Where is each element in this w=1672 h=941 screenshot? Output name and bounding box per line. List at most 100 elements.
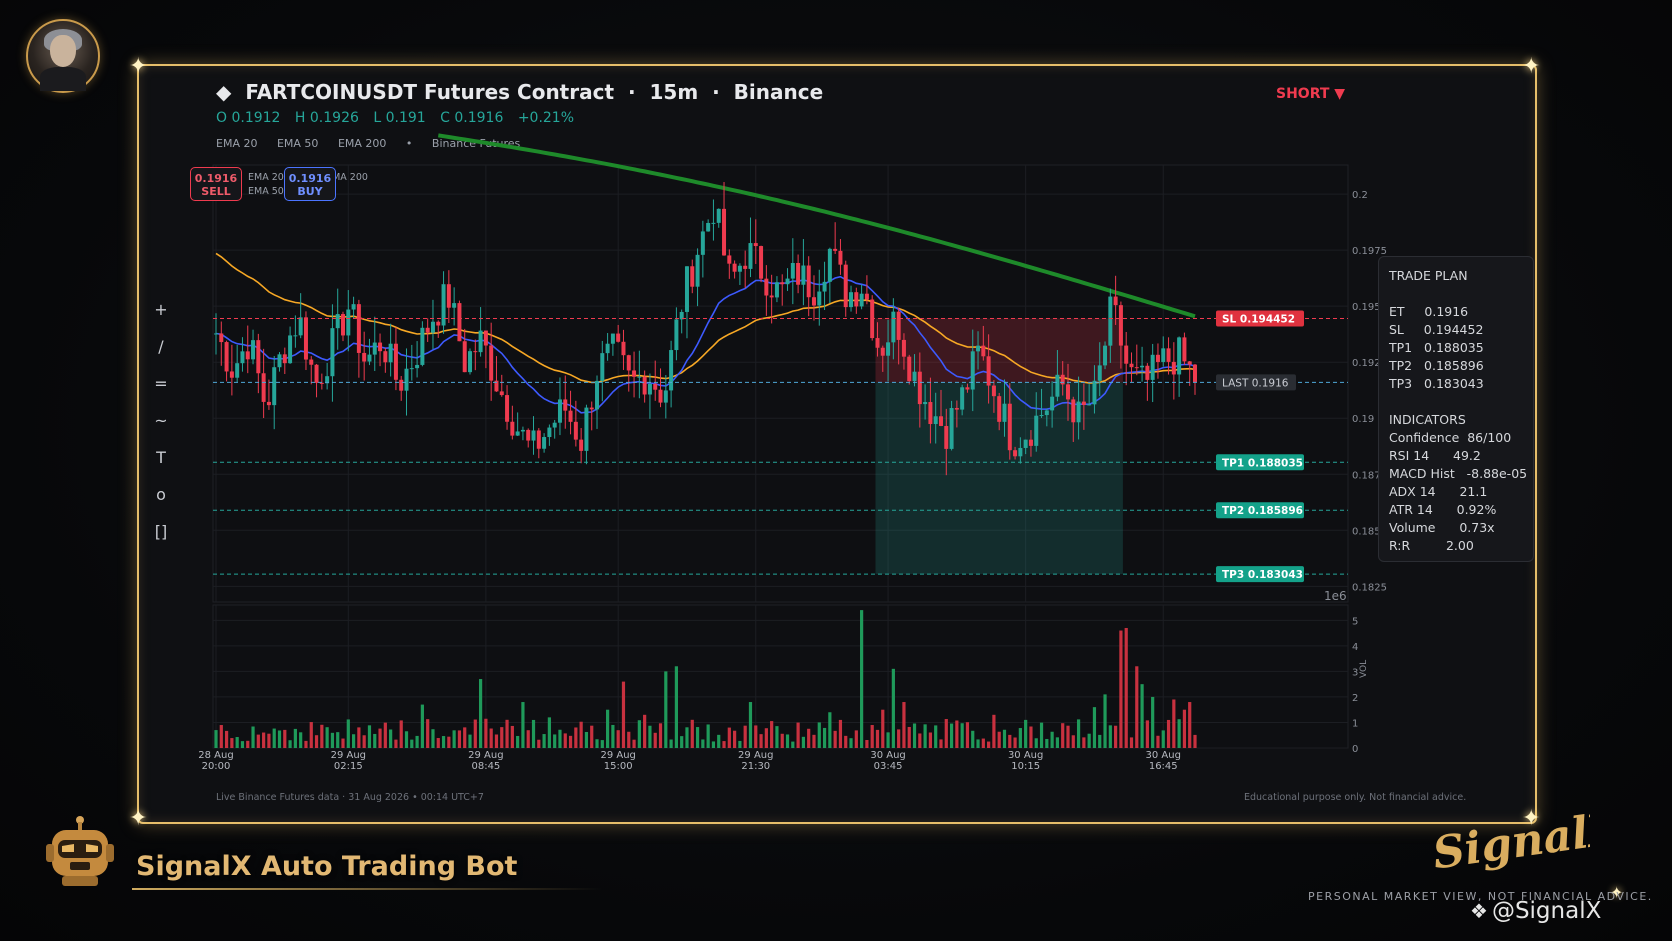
candle-body xyxy=(785,278,790,285)
sell-button[interactable]: 0.1916 SELL xyxy=(190,167,242,201)
candle-body xyxy=(335,314,340,329)
candle-body xyxy=(515,431,520,436)
candle-body xyxy=(1071,399,1076,423)
candle-body xyxy=(1055,374,1060,397)
candle-body xyxy=(547,427,552,438)
volume-bar xyxy=(1161,730,1165,748)
candle-body xyxy=(833,248,838,251)
volume-bar xyxy=(1050,731,1054,748)
volume-bar xyxy=(1076,719,1081,748)
candle-body xyxy=(801,265,806,285)
volume-bar xyxy=(1129,737,1134,748)
x-tick-time: 03:45 xyxy=(874,761,903,772)
volume-bar xyxy=(780,733,784,748)
candle-body xyxy=(684,266,689,312)
volume-bar xyxy=(637,720,641,748)
volume-bar xyxy=(383,722,387,748)
volume-bar xyxy=(553,734,557,748)
volume-bar xyxy=(489,728,493,748)
candle-body xyxy=(404,368,409,391)
volume-bar xyxy=(484,718,488,748)
volume-bar xyxy=(283,729,287,748)
candle-body xyxy=(1193,364,1197,383)
volume-bar xyxy=(627,731,631,748)
candle-body xyxy=(695,254,700,287)
candle-body xyxy=(219,333,224,343)
volume-bar xyxy=(939,739,943,748)
volume-bar xyxy=(701,739,705,748)
candle-body xyxy=(822,281,827,292)
volume-bar xyxy=(558,729,562,748)
volume-bar xyxy=(1061,723,1065,748)
volume-bar xyxy=(828,712,832,748)
volume-bar xyxy=(987,741,991,748)
candle-body xyxy=(986,356,991,386)
x-tick-time: 15:00 xyxy=(604,761,633,772)
candle-body xyxy=(991,385,996,397)
take-profit-2-label: TP2 0.185896 xyxy=(1222,505,1303,517)
candle-body xyxy=(965,387,970,390)
candle-body xyxy=(399,379,404,391)
candle-body xyxy=(1166,348,1171,362)
volume-bar xyxy=(1177,719,1181,748)
volume-bar xyxy=(505,719,509,748)
candle-body xyxy=(573,421,578,440)
volume-bar xyxy=(717,734,721,748)
indicators-title: INDICATORS xyxy=(1389,412,1466,427)
volume-tick-label: 2 xyxy=(1352,693,1358,704)
candle-body xyxy=(928,402,933,425)
candle-body xyxy=(214,333,218,335)
candle-body xyxy=(1103,345,1108,366)
candle-body xyxy=(1007,403,1012,451)
candle-body xyxy=(1177,337,1182,375)
candle-body xyxy=(912,371,917,382)
candle-body xyxy=(462,341,467,373)
volume-bar xyxy=(658,723,663,748)
candle-body xyxy=(557,399,562,423)
volume-bar xyxy=(764,728,768,748)
volume-bar xyxy=(1087,733,1091,748)
volume-bar xyxy=(1193,734,1197,748)
candle-body xyxy=(616,333,621,342)
candle-body xyxy=(552,422,557,428)
volume-bar xyxy=(791,741,795,748)
volume-bar xyxy=(801,736,805,748)
candle-body xyxy=(245,351,250,360)
candle-body xyxy=(933,416,938,425)
volume-bar xyxy=(590,725,594,748)
volume-bar xyxy=(272,728,276,748)
candle-body xyxy=(674,319,679,351)
trade-plan-panel: TRADE PLAN ET 0.1916 SL 0.194452 TP1 0.1… xyxy=(1378,256,1534,562)
volume-bar xyxy=(314,735,319,748)
volume-bar xyxy=(1039,722,1044,748)
buy-button[interactable]: 0.1916 BUY xyxy=(284,167,336,201)
candle-body xyxy=(372,342,377,355)
candle-body xyxy=(319,382,324,384)
bot-title: SignalX Auto Trading Bot xyxy=(136,851,518,882)
y-tick-label: 0.2 xyxy=(1352,190,1368,201)
volume-bar xyxy=(748,702,753,748)
candle-body xyxy=(1134,367,1139,369)
volume-bar xyxy=(420,704,424,748)
candle-body xyxy=(1039,415,1044,417)
volume-bar xyxy=(230,738,234,748)
volume-bar xyxy=(1145,720,1149,748)
volume-bar xyxy=(643,714,647,748)
volume-bar xyxy=(600,740,604,748)
candle-body xyxy=(1044,410,1049,416)
x-tick-date: 29 Aug xyxy=(600,750,635,761)
candle-body xyxy=(981,345,986,357)
candle-body xyxy=(288,335,293,364)
candle-body xyxy=(341,314,346,336)
candle-body xyxy=(1065,384,1070,400)
volume-bar xyxy=(632,739,636,748)
volume-bar xyxy=(531,719,536,748)
volume-bar xyxy=(664,671,668,748)
candle-body xyxy=(743,265,748,269)
candle-body xyxy=(1092,380,1097,405)
candle-body xyxy=(1034,415,1039,446)
x-tick-date: 30 Aug xyxy=(870,750,905,761)
candle-body xyxy=(224,342,229,372)
volume-bar xyxy=(754,725,758,748)
candle-body xyxy=(843,264,848,308)
